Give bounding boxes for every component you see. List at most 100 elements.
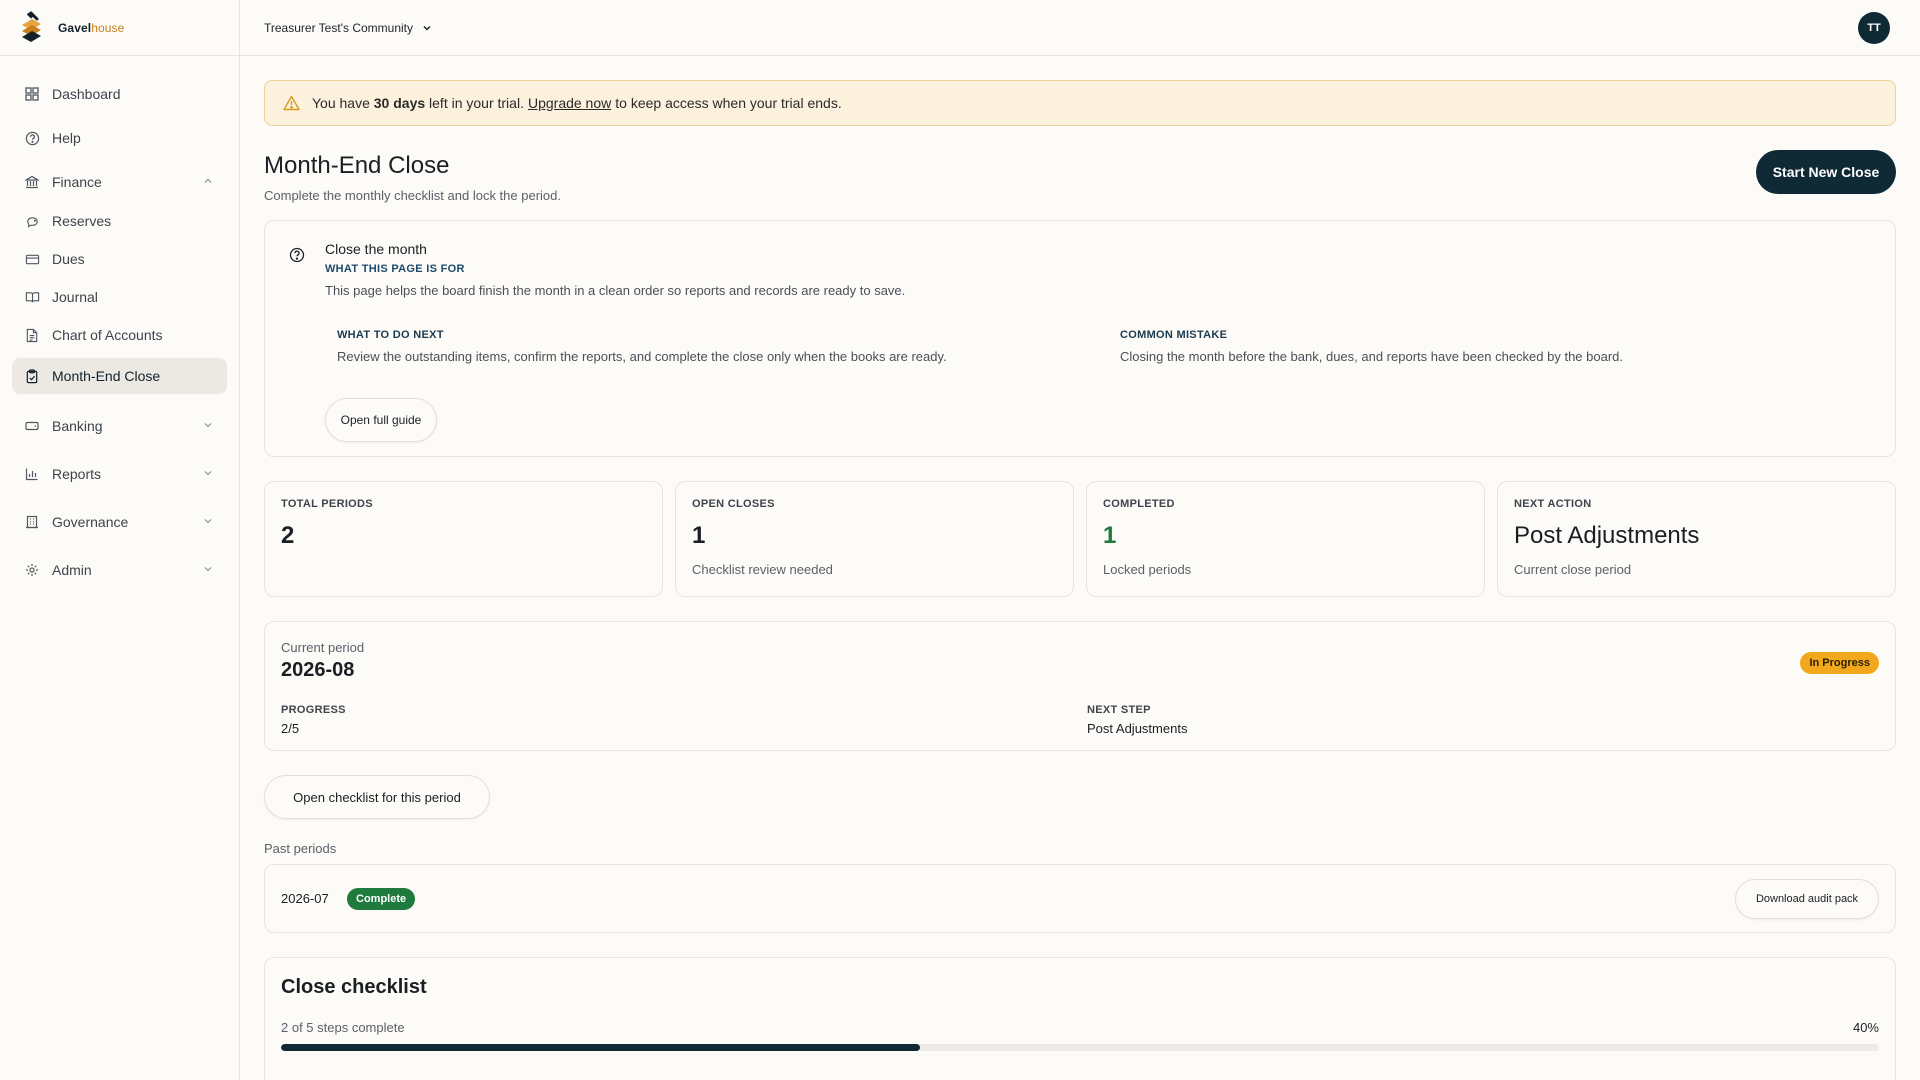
guide-next-heading: WHAT TO DO NEXT [337, 329, 444, 341]
building-icon [24, 514, 40, 530]
sidebar-item-label: Governance [52, 514, 129, 530]
sidebar-item-dashboard[interactable]: Dashboard [12, 76, 227, 112]
page-header: Month-End Close Complete the monthly che… [264, 126, 1896, 220]
main-content: You have 30 days left in your trial. Upg… [264, 56, 1896, 1080]
book-open-icon [24, 289, 40, 305]
sidebar-item-label: Journal [52, 289, 98, 305]
progress-value: 2/5 [281, 721, 300, 736]
start-new-close-button[interactable]: Start New Close [1756, 150, 1896, 194]
sidebar-item-label: Finance [52, 174, 102, 190]
sidebar-item-admin[interactable]: Admin [12, 552, 227, 588]
guide-next-section: WHAT TO DO NEXT Review the outstanding i… [337, 329, 947, 364]
trial-banner: You have 30 days left in your trial. Upg… [264, 80, 1896, 126]
credit-card-icon [24, 251, 40, 267]
next-step-label: NEXT STEP [1087, 704, 1151, 716]
sidebar-item-month-end-close[interactable]: Month-End Close [12, 358, 227, 394]
guide-mistake-section: COMMON MISTAKE Closing the month before … [1120, 329, 1623, 364]
piggy-bank-icon [24, 213, 40, 229]
stat-value: 2 [281, 522, 295, 549]
bar-chart-icon [24, 466, 40, 482]
guide-next-text: Review the outstanding items, confirm th… [337, 349, 947, 364]
clipboard-check-icon [24, 368, 40, 384]
brand-name: Gavelhouse [58, 20, 125, 35]
guide-description: This page helps the board finish the mon… [325, 283, 906, 298]
warning-triangle-icon [283, 95, 300, 111]
download-audit-pack-button[interactable]: Download audit pack [1735, 879, 1879, 919]
stat-label: TOTAL PERIODS [281, 498, 373, 510]
close-checklist-summary: 2 of 5 steps complete [281, 1020, 405, 1035]
sidebar: Gavelhouse Dashboard Help Finance Reserv… [0, 0, 240, 1080]
status-badge: In Progress [1800, 652, 1879, 674]
community-switcher[interactable]: Treasurer Test's Community [264, 21, 433, 35]
past-periods-title: Past periods [264, 841, 337, 856]
sidebar-item-help[interactable]: Help [12, 120, 227, 156]
status-badge: Complete [347, 888, 416, 910]
past-period-row: 2026-07 Complete Download audit pack [264, 864, 1896, 933]
guide-eyebrow: WHAT THIS PAGE IS FOR [325, 263, 465, 275]
chevron-down-icon [204, 471, 212, 476]
chevron-up-icon [204, 178, 212, 183]
sidebar-item-label: Banking [52, 418, 103, 434]
guide-title: Close the month [325, 241, 427, 257]
sidebar-item-dues[interactable]: Dues [12, 244, 227, 274]
sidebar-item-label: Reports [52, 466, 102, 482]
help-circle-icon [289, 247, 305, 263]
current-period-label: Current period [281, 640, 365, 655]
avatar[interactable]: TT [1858, 12, 1890, 44]
sidebar-item-finance[interactable]: Finance [12, 164, 227, 200]
sidebar-item-chart-of-accounts[interactable]: Chart of Accounts [12, 320, 227, 350]
open-full-guide-button[interactable]: Open full guide [325, 398, 437, 442]
grid-icon [24, 86, 40, 102]
stat-label: OPEN CLOSES [692, 498, 775, 510]
sidebar-item-label: Dashboard [52, 86, 121, 102]
chevron-down-icon [204, 519, 212, 524]
upgrade-link[interactable]: Upgrade now [528, 95, 611, 111]
sidebar-item-journal[interactable]: Journal [12, 282, 227, 312]
help-circle-icon [24, 130, 40, 146]
sidebar-nav: Dashboard Help Finance Reserves Dues Jou… [0, 56, 239, 588]
current-period-value: 2026-08 [281, 659, 355, 681]
stat-note: Current close period [1514, 562, 1632, 577]
stat-note: Checklist review needed [692, 562, 833, 577]
close-checklist-title: Close checklist [281, 976, 427, 998]
bank-icon [24, 174, 40, 190]
sidebar-item-governance[interactable]: Governance [12, 504, 227, 540]
chevron-down-icon [423, 25, 431, 31]
sidebar-item-label: Dues [52, 251, 85, 267]
gavelhouse-logo-icon [22, 11, 41, 42]
sidebar-item-label: Month-End Close [52, 368, 161, 384]
sidebar-item-reports[interactable]: Reports [12, 456, 227, 492]
gear-icon [24, 562, 40, 578]
sidebar-item-label: Admin [52, 562, 92, 578]
topbar: Treasurer Test's Community TT [240, 0, 1920, 56]
trial-text-mid: left in your trial. [429, 95, 524, 111]
stat-total-periods: TOTAL PERIODS 2 [264, 481, 663, 597]
stats-row: TOTAL PERIODS 2 OPEN CLOSES 1 Checklist … [264, 481, 1896, 597]
open-checklist-button[interactable]: Open checklist for this period [264, 775, 490, 819]
stat-completed: COMPLETED 1 Locked periods [1086, 481, 1485, 597]
stat-open-closes: OPEN CLOSES 1 Checklist review needed [675, 481, 1074, 597]
progress-bar-fill [281, 1044, 921, 1051]
next-step-value: Post Adjustments [1087, 721, 1188, 736]
page-subtitle: Complete the monthly checklist and lock … [264, 188, 561, 203]
guide-mistake-text: Closing the month before the bank, dues,… [1120, 349, 1624, 364]
trial-text-post: to keep access when your trial ends. [615, 95, 842, 111]
stat-label: NEXT ACTION [1514, 498, 1592, 510]
chevron-down-icon [204, 423, 212, 428]
stat-label: COMPLETED [1103, 498, 1175, 510]
guide-mistake-heading: COMMON MISTAKE [1120, 329, 1228, 341]
sidebar-item-banking[interactable]: Banking [12, 408, 227, 444]
sidebar-item-label: Chart of Accounts [52, 327, 163, 343]
current-period-card: Current period 2026-08 In Progress PROGR… [264, 621, 1896, 751]
past-period-id: 2026-07 [281, 891, 329, 906]
file-text-icon [24, 327, 40, 343]
sidebar-item-reserves[interactable]: Reserves [12, 206, 227, 236]
stat-value: Post Adjustments [1514, 522, 1700, 549]
wallet-icon [24, 418, 40, 434]
guide-card: Close the month WHAT THIS PAGE IS FOR Th… [264, 220, 1896, 457]
progress-label: PROGRESS [281, 704, 346, 716]
stat-value: 1 [692, 522, 706, 549]
page-title: Month-End Close [264, 152, 450, 179]
sidebar-item-label: Help [52, 130, 81, 146]
brand[interactable]: Gavelhouse [0, 0, 239, 56]
